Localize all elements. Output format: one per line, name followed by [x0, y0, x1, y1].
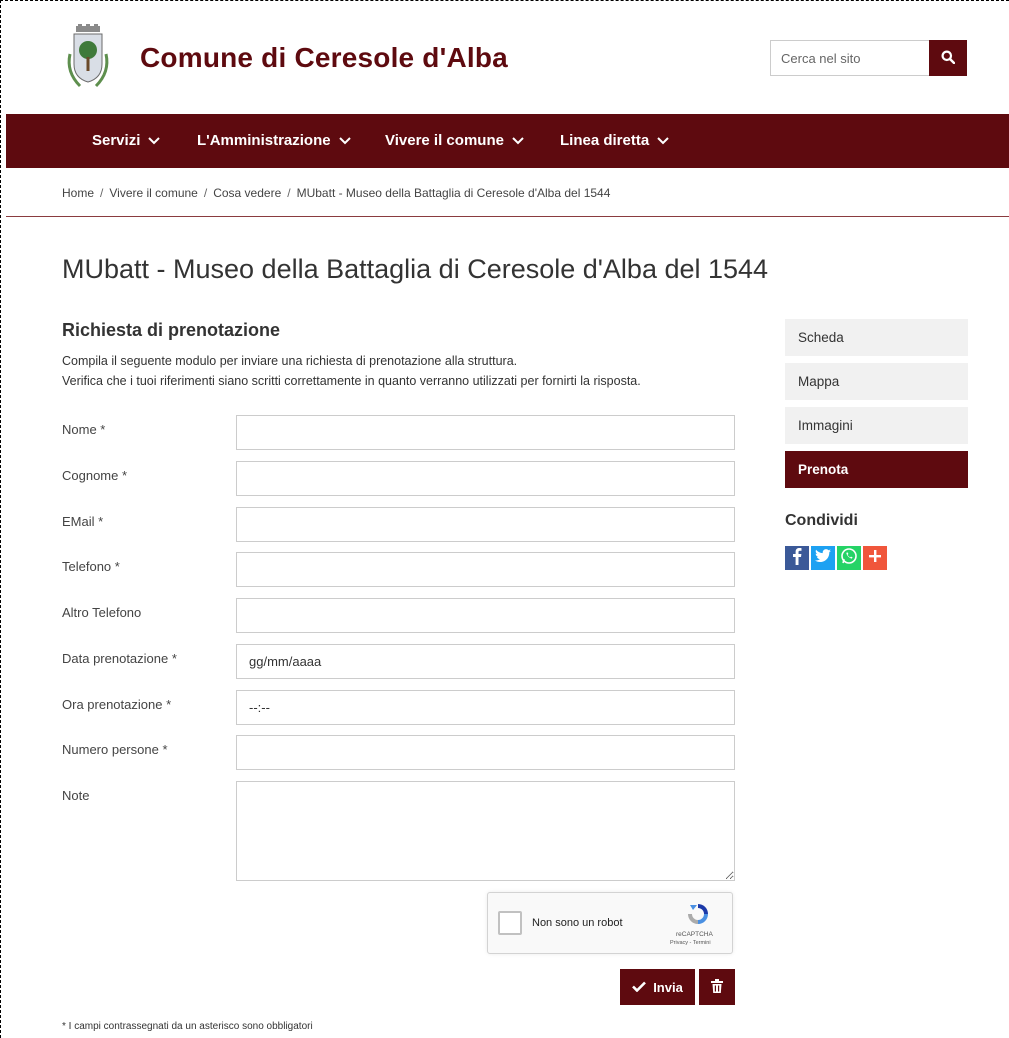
form-title: Richiesta di prenotazione	[62, 320, 281, 340]
sidebar-item-prenota[interactable]: Prenota	[785, 451, 968, 488]
nav-item-label: L'Amministrazione	[197, 132, 331, 149]
nav-item-vivere-il-comune[interactable]: Vivere il comune	[385, 132, 524, 149]
delete-button[interactable]	[699, 969, 735, 1005]
recaptcha-checkbox[interactable]	[498, 911, 522, 935]
data-prenotazione-input[interactable]	[236, 644, 735, 679]
search-form	[770, 40, 967, 76]
search-icon	[941, 50, 956, 67]
send-button-label: Invia	[653, 979, 683, 995]
altro-telefono-input[interactable]	[236, 598, 735, 633]
required-fields-note: * I campi contrassegnati da un asterisco…	[62, 1021, 313, 1032]
nome-input[interactable]	[236, 415, 735, 450]
site-title[interactable]: Comune di Ceresole d'Alba	[140, 42, 508, 74]
facebook-share-button[interactable]	[785, 546, 809, 570]
chevron-down-icon	[657, 132, 669, 149]
plus-icon	[869, 549, 881, 567]
telefono-input[interactable]	[236, 552, 735, 587]
breadcrumb-separator: /	[100, 186, 104, 200]
facebook-icon	[792, 547, 802, 570]
main-navigation: Servizi L'Amministrazione Vivere il comu…	[6, 114, 1009, 168]
sidebar-item-label: Mappa	[798, 374, 840, 389]
recaptcha-terms-link[interactable]: Privacy - Termini	[670, 940, 711, 946]
send-button[interactable]: Invia	[620, 969, 695, 1005]
sidebar-item-immagini[interactable]: Immagini	[785, 407, 968, 444]
breadcrumb-current: MUbatt - Museo della Battaglia di Cereso…	[296, 186, 611, 200]
cognome-label: Cognome *	[62, 468, 128, 483]
form-intro: Compila il seguente modulo per inviare u…	[62, 351, 641, 391]
numero-persone-input[interactable]	[236, 735, 735, 770]
sidebar-item-label: Immagini	[798, 418, 853, 433]
page-title: MUbatt - Museo della Battaglia di Cereso…	[62, 254, 769, 284]
breadcrumb-separator: /	[203, 186, 208, 200]
data-prenotazione-label: Data prenotazione *	[62, 651, 177, 666]
chevron-down-icon	[338, 132, 351, 149]
checkmark-icon	[632, 980, 647, 995]
sidebar-item-label: Prenota	[798, 462, 849, 477]
breadcrumb-divider	[6, 216, 1009, 217]
nome-label: Nome *	[62, 422, 106, 437]
sidebar-item-scheda[interactable]: Scheda	[785, 319, 968, 356]
nav-item-label: Vivere il comune	[385, 132, 504, 149]
nav-item-servizi[interactable]: Servizi	[92, 132, 161, 149]
sidebar-item-mappa[interactable]: Mappa	[785, 363, 968, 400]
chevron-down-icon	[512, 132, 524, 149]
municipal-crest-logo[interactable]	[62, 24, 114, 94]
search-button[interactable]	[929, 40, 967, 76]
whatsapp-share-button[interactable]	[837, 546, 861, 570]
breadcrumb-cosa-vedere[interactable]: Cosa vedere	[213, 186, 281, 200]
twitter-icon	[815, 548, 831, 568]
breadcrumb-separator: /	[287, 186, 291, 200]
twitter-share-button[interactable]	[811, 546, 835, 570]
nav-item-linea-diretta[interactable]: Linea diretta	[560, 132, 669, 149]
email-label: EMail *	[62, 514, 104, 529]
altro-telefono-label: Altro Telefono	[62, 605, 142, 620]
recaptcha-widget: Non sono un robot reCAPTCHA Privacy - Te…	[487, 892, 733, 954]
site-header: Comune di Ceresole d'Alba	[0, 0, 1009, 114]
email-input[interactable]	[236, 507, 735, 542]
recaptcha-logo-icon	[685, 901, 711, 932]
breadcrumb-vivere-il-comune[interactable]: Vivere il comune	[109, 186, 198, 200]
whatsapp-icon	[840, 547, 858, 570]
form-intro-line: Compila il seguente modulo per inviare u…	[62, 354, 518, 368]
nav-item-label: Linea diretta	[560, 132, 650, 149]
form-intro-line: Verifica che i tuoi riferimenti siano sc…	[62, 374, 641, 388]
cognome-input[interactable]	[236, 461, 735, 496]
share-title: Condividi	[785, 512, 858, 529]
telefono-label: Telefono *	[62, 559, 120, 574]
nav-item-amministrazione[interactable]: L'Amministrazione	[197, 132, 351, 149]
sidebar-item-label: Scheda	[798, 330, 844, 345]
breadcrumb-home[interactable]: Home	[62, 186, 94, 200]
share-buttons	[785, 546, 887, 570]
ora-prenotazione-label: Ora prenotazione *	[62, 697, 172, 712]
numero-persone-label: Numero persone *	[62, 742, 168, 757]
recaptcha-label: Non sono un robot	[532, 917, 623, 929]
breadcrumb: Home / Vivere il comune / Cosa vedere / …	[62, 186, 610, 200]
more-share-button[interactable]	[863, 546, 887, 570]
ora-prenotazione-input[interactable]	[236, 690, 735, 725]
chevron-down-icon	[148, 132, 161, 149]
search-input[interactable]	[770, 40, 929, 76]
nav-item-label: Servizi	[92, 132, 141, 149]
note-textarea[interactable]	[236, 781, 735, 881]
recaptcha-brand: reCAPTCHA	[676, 931, 713, 938]
note-label: Note	[62, 788, 90, 803]
trash-icon	[711, 978, 723, 996]
